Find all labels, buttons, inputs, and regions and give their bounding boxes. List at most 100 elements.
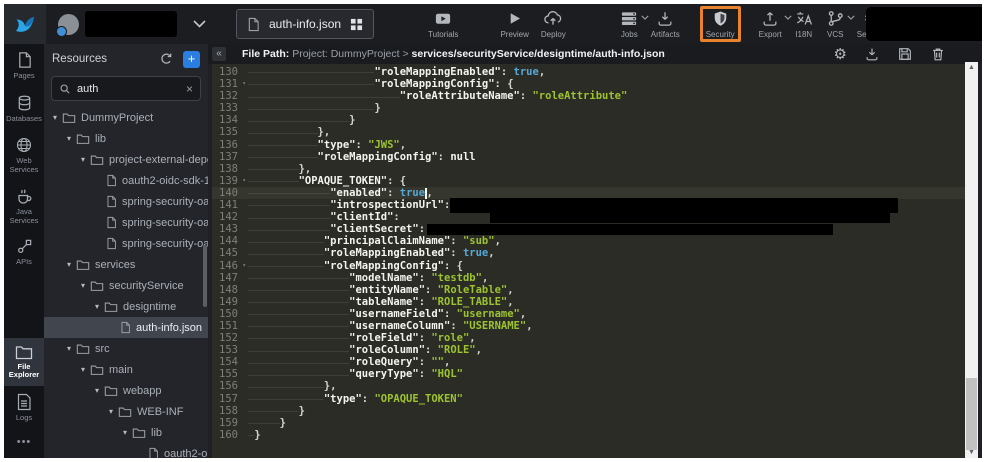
code-line-160: 160 } [212,429,965,441]
file-download-icon[interactable] [864,46,880,62]
tree-item-securityservice[interactable]: ▾securityService [44,275,208,296]
tree-expand-icon[interactable]: ▾ [78,365,88,374]
tree-expand-icon[interactable]: ▾ [64,344,74,353]
tree-item-oauth2-oidc-sdk-10[interactable]: oauth2-oidc-sdk-10 [44,170,208,191]
tree-item-webapp[interactable]: ▾webapp [44,380,208,401]
tree-item-designtime[interactable]: ▾ designtime [44,296,208,317]
tree-item-lib[interactable]: ▾lib [44,128,208,149]
sidebar-item-pages[interactable]: Pages [4,44,44,87]
toolbar-tutorials[interactable]: Tutorials [422,6,464,41]
toolbar-label: VCS [827,30,843,39]
fold-marker-icon[interactable]: ▾ [238,260,246,272]
tree-item-oauth2-o[interactable]: oauth2-o [44,443,208,458]
code-text: }, [246,380,337,392]
tree-expand-icon[interactable]: ▾ [120,428,130,437]
tab-auth-info-json[interactable]: auth-info.json [236,9,374,39]
toolbar-deploy[interactable]: Deploy [535,6,572,41]
tree-expand-icon[interactable]: ▾ [64,260,74,269]
file-settings-gear-icon[interactable]: ⚙ [834,47,847,62]
sidebar-item-label: Logs [16,414,32,423]
line-number: 157 [212,393,238,405]
toolbar-preview[interactable]: Preview [494,6,534,41]
folder-icon [76,133,90,145]
tree-item-dummyproject[interactable]: ▾DummyProject [44,107,208,128]
tree-item-services[interactable]: ▾services [44,254,208,275]
sidebar-item-logs[interactable]: Logs [4,386,44,429]
tree-expand-icon[interactable]: ▾ [78,281,88,290]
tree-item-lib[interactable]: ▾lib [44,422,208,443]
tree-expand-icon[interactable]: ▾ [92,386,102,395]
fold-marker-icon[interactable]: ▾ [238,78,246,90]
toolbar-label: Tutorials [428,30,458,39]
scroll-up-arrow-icon[interactable]: ▲ [965,62,978,73]
tree-item-label: auth-info.json [136,322,202,334]
file-icon [120,321,131,334]
tree-item-label: spring-security-oaut [122,238,208,250]
tree-item-spring-security-oaut[interactable]: spring-security-oaut [44,191,208,212]
code-text: "roleAttributeName": "roleAttribute" [246,90,627,102]
toolbar-security[interactable]: Security [700,6,741,42]
resources-scrollbar[interactable] [203,245,207,307]
refresh-icon[interactable] [159,52,173,66]
scrollbar-thumb[interactable] [966,378,977,450]
code-line-134: 134 } [212,114,965,126]
scroll-down-arrow-icon[interactable]: ▼ [965,447,978,458]
line-number: 133 [212,102,238,114]
file-icon [106,237,117,250]
toolbar-export[interactable]: Export [753,6,788,41]
code-editor[interactable]: 130 "roleMappingEnabled": true,131▾ "rol… [212,64,965,458]
folder-icon [76,259,90,271]
page-scrollbar[interactable]: ▲ ▼ [965,62,978,458]
file-icon [106,195,117,208]
tree-item-main[interactable]: ▾main [44,359,208,380]
toolbar-i18n[interactable]: I18N [788,6,820,41]
file-delete-trash-icon[interactable] [930,46,946,62]
search-box[interactable]: auth × [51,76,201,101]
collapse-panel-icon[interactable]: « [212,47,226,61]
gutter-space [238,247,246,259]
tree-item-auth-info-json[interactable]: auth-info.json [44,317,208,338]
tree-expand-icon[interactable]: ▾ [50,113,60,122]
tree-expand-icon[interactable]: ▾ [78,155,88,164]
tree-item-web-inf[interactable]: ▾WEB-INF [44,401,208,422]
tree-item-src[interactable]: ▾src [44,338,208,359]
tree-item-spring-security-oaut[interactable]: spring-security-oaut [44,212,208,233]
clear-search-icon[interactable]: × [186,82,193,96]
download-icon [656,9,674,28]
line-number: 141 [212,199,238,211]
fold-marker-icon[interactable]: ▾ [238,175,246,187]
chevron-down-icon[interactable] [193,20,206,28]
sidebar-more-icon[interactable]: ••• [17,428,32,458]
sidebar-item-java-services[interactable]: Java Services [4,180,44,231]
gutter-space [238,199,246,211]
grid-icon[interactable] [350,18,363,31]
line-number: 153 [212,344,238,356]
gutter-space [238,344,246,356]
line-number: 159 [212,417,238,429]
sidebar-item-databases[interactable]: Databases [4,87,44,130]
line-number: 132 [212,90,238,102]
tree-expand-icon[interactable]: ▾ [64,134,74,143]
project-selector[interactable] [58,11,206,37]
tree-item-project-external-depend[interactable]: ▾project-external-depend [44,149,208,170]
search-input[interactable]: auth [77,83,186,95]
code-text: "roleColumn": "ROLE", [246,344,482,356]
code-text: "roleMappingConfig": { [246,78,514,90]
wavemaker-logo[interactable] [4,4,46,44]
sidebar-item-web-services[interactable]: Web Services [4,129,44,180]
folder-icon [90,154,104,166]
tree-item-spring-security-oaut[interactable]: spring-security-oaut [44,233,208,254]
toolbar-jobs[interactable]: Jobs [614,6,645,41]
sidebar-item-file-explorer[interactable]: File Explorer [4,338,44,386]
line-number: 151 [212,320,238,332]
tree-item-label: designtime [123,301,176,313]
tree-expand-icon[interactable]: ▾ [106,407,116,416]
file-save-icon[interactable] [897,46,913,62]
code-text: "tableName": "ROLE_TABLE", [246,296,514,308]
sidebar-item-apis[interactable]: APIs [4,231,44,273]
toolbar-vcs[interactable]: VCS [820,6,851,41]
toolbar-artifacts[interactable]: Artifacts [645,6,686,41]
code-line-148: 148 "entityName": "RoleTable", [212,284,965,296]
tree-expand-icon[interactable]: ▾ [92,302,102,311]
add-resource-button[interactable]: + [183,51,200,68]
